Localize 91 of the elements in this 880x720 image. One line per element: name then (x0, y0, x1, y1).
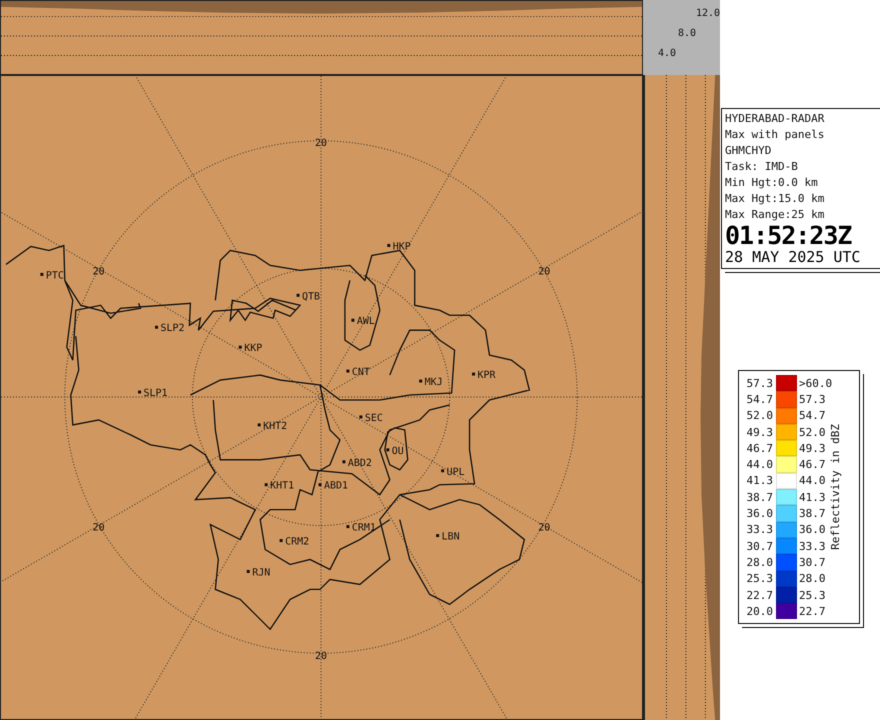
station-marker-icon (264, 483, 268, 486)
station-label: HKP (392, 241, 411, 252)
legend-value: 28.0 (746, 556, 773, 569)
station-marker-icon (441, 469, 444, 472)
legend-value: 20.0 (746, 604, 773, 618)
legend-value: 52.0 (746, 409, 773, 422)
legend-value: 36.0 (799, 523, 826, 536)
station-marker-icon (346, 370, 350, 373)
station-marker-icon (346, 525, 350, 528)
info-line: HYDERABAD-RADAR (725, 111, 826, 127)
station-marker-icon (258, 423, 261, 426)
station-marker-icon (155, 326, 158, 329)
station-label: AWL (356, 316, 375, 328)
station-label: CRM2 (285, 536, 310, 548)
station-label: KHT2 (263, 420, 288, 432)
info-line: GHMCHYD (725, 143, 772, 159)
range-label: 20 (92, 266, 105, 278)
legend-value: 44.0 (799, 474, 826, 488)
legend-value: 44.0 (746, 458, 773, 472)
station-marker-icon (318, 483, 322, 486)
height-label: 4.0 (658, 48, 676, 59)
station-label: KHT1 (270, 480, 294, 492)
station-marker-icon (387, 244, 390, 247)
station-marker-icon (138, 390, 142, 394)
station-label: MKJ (424, 377, 443, 388)
station-marker-icon (359, 415, 362, 418)
legend-value: 36.0 (746, 507, 773, 520)
info-line: Max with panels (725, 127, 826, 143)
legend-value: 22.7 (746, 588, 773, 602)
range-label: 20 (315, 138, 327, 149)
station-label: CNT (352, 367, 370, 378)
info-line: Max Range:25 km (725, 207, 826, 223)
station-label: OU (392, 446, 404, 457)
station-label: LBN (442, 532, 460, 543)
legend-value: 49.3 (799, 442, 826, 455)
station-label: QTB (302, 291, 320, 302)
legend-value: 25.3 (746, 572, 773, 586)
station-label: SEC (364, 412, 383, 424)
station-marker-icon (40, 272, 44, 276)
station-label: UPL (446, 466, 465, 478)
legend-value: 54.7 (746, 392, 773, 406)
legend-value: 57.3 (746, 376, 773, 390)
height-label: 8.0 (678, 28, 696, 39)
station-label: KPR (478, 370, 496, 382)
legend-value: 22.7 (799, 604, 826, 618)
legend-value: 28.0 (799, 572, 826, 586)
legend-value: 57.3 (799, 392, 826, 406)
station-label: CRM1 (352, 522, 376, 534)
station-marker-icon (436, 534, 440, 538)
height-label: 12.0 (696, 8, 720, 19)
range-label: 20 (538, 522, 550, 534)
legend-value: 38.7 (746, 490, 773, 504)
station-marker-icon (280, 539, 283, 542)
time-text: 01:52:23Z (725, 223, 852, 249)
station-marker-icon (342, 460, 346, 464)
legend-value: 30.7 (799, 556, 826, 569)
station-label: PTC (46, 270, 64, 282)
legend-title: Reflectivity in dBZ (829, 424, 842, 550)
station-marker-icon (296, 294, 300, 297)
station-marker-icon (246, 570, 250, 573)
info-line: Task: IMD-B (725, 159, 799, 175)
station-label: SLP2 (160, 323, 184, 334)
range-label: 20 (315, 651, 327, 662)
station-label: ABD1 (324, 480, 348, 492)
legend-value: 25.3 (799, 588, 826, 602)
info-line: Max Hgt:15.0 km (725, 191, 826, 207)
station-marker-icon (386, 448, 390, 452)
legend-value: 33.3 (746, 523, 773, 536)
date-text: 28 MAY 2025 UTC (725, 249, 862, 266)
station-label: KKP (244, 343, 262, 354)
legend-value: 41.3 (746, 474, 773, 488)
legend-value: 41.3 (799, 490, 826, 504)
range-label: 20 (538, 266, 550, 278)
range-label: 20 (92, 522, 105, 534)
station-marker-icon (238, 346, 242, 349)
station-marker-icon (351, 318, 354, 322)
station-label: ABD2 (348, 458, 372, 469)
legend-value: 46.7 (799, 458, 826, 472)
legend-value: 33.3 (799, 540, 826, 553)
legend-value: 54.7 (799, 409, 826, 422)
station-label: RJN (252, 567, 270, 578)
station-label: SLP1 (144, 388, 168, 399)
station-marker-icon (419, 380, 422, 383)
legend-value: 38.7 (799, 507, 826, 520)
legend-value: >60.0 (799, 376, 829, 390)
legend-value: 49.3 (746, 426, 773, 439)
legend-value: 30.7 (746, 540, 773, 553)
legend-value: 46.7 (746, 442, 773, 455)
legend-value: 52.0 (799, 426, 826, 439)
station-marker-icon (472, 372, 476, 376)
info-line: Min Hgt:0.0 km (725, 175, 819, 191)
